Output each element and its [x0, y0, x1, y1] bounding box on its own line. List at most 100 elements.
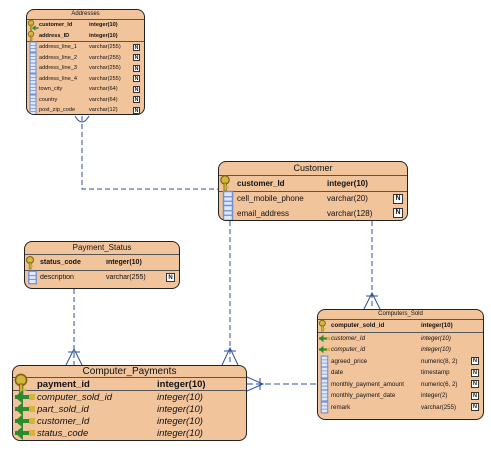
table-payment-status[interactable]: Payment_Status status_code integer(10) de… [24, 241, 180, 289]
column-name: agreed_price [331, 357, 368, 365]
column-row[interactable]: town_city varchar(64) N [27, 83, 144, 95]
column-row[interactable]: customer_Id integer(10) [27, 20, 144, 31]
primary-key-section: status_code integer(10) [25, 255, 179, 271]
column-type: varchar(12) [89, 107, 118, 114]
column-type: numeric(8, 2) [421, 357, 458, 365]
column-name: address_ID [39, 32, 70, 39]
primary-key-section: computer_sold_id integer(10) [318, 320, 483, 333]
column-type: varchar(128) [327, 208, 373, 218]
column-type: varchar(255) [89, 44, 121, 51]
table-title: Payment_Status [25, 242, 179, 255]
column-name: computer_sold_id [331, 322, 385, 330]
column-row[interactable]: address_line_1 varchar(255) N [27, 41, 144, 53]
table-addresses[interactable]: Addresses customer_Id integer(10) address_… [26, 9, 145, 115]
column-name: address_line_2 [39, 54, 77, 61]
column-icon [219, 204, 237, 220]
nullable-badge: N [133, 85, 140, 93]
nullable-badge: N [133, 75, 140, 83]
column-name: monthly_payment_amount [331, 380, 404, 388]
column-name: customer_Id [331, 334, 366, 342]
column-type: integer(10) [157, 427, 203, 439]
column-name: address_line_1 [39, 44, 77, 51]
column-type: timestamp [421, 369, 450, 377]
column-name: town_city [39, 86, 63, 93]
nullable-badge: N [133, 106, 140, 114]
column-row[interactable]: address_line_4 varchar(255) N [27, 73, 144, 85]
nullable-badge: N [471, 403, 479, 412]
column-row[interactable]: cell_mobile_phone varchar(20) N [219, 190, 407, 207]
column-name: email_address [237, 208, 290, 218]
column-type: integer(10) [89, 32, 118, 39]
column-name: description [40, 274, 74, 282]
column-row[interactable]: address_line_2 varchar(255) N [27, 52, 144, 64]
attribute-section: address_line_1 varchar(255) Naddress_line_… [27, 41, 144, 114]
column-name: payment_id [37, 378, 90, 390]
column-row[interactable]: description varchar(255) N [25, 270, 179, 286]
column-row[interactable]: customer_Id integer(10) [318, 333, 483, 345]
column-type: varchar(255) [421, 403, 457, 411]
key-icon [25, 255, 40, 270]
column-name: status_code [40, 258, 81, 266]
column-type: varchar(20) [327, 194, 368, 204]
nullable-badge: N [133, 54, 140, 62]
column-name: address_line_3 [39, 65, 77, 72]
attribute-section: description varchar(255) N [25, 270, 179, 286]
column-type: integer(2) [421, 392, 448, 400]
key-icon [27, 30, 39, 42]
primary-key-section: payment_id integer(10) [13, 373, 246, 395]
column-name: country [39, 96, 58, 103]
column-row[interactable]: status_code integer(10) [13, 426, 246, 440]
nullable-badge: N [393, 193, 403, 204]
column-row[interactable]: post_zip_code varchar(12) N [27, 104, 144, 114]
column-name: computer_id [331, 346, 366, 354]
column-type: integer(10) [106, 258, 142, 266]
column-row[interactable]: country varchar(64) N [27, 94, 144, 106]
column-row[interactable]: payment_id integer(10) [13, 373, 246, 395]
column-row[interactable]: part_sold_id integer(10) [13, 402, 246, 416]
column-type: varchar(255) [89, 75, 121, 82]
column-row[interactable]: remark varchar(255) N [318, 401, 483, 414]
attribute-section: computer_sold_id integer(10) part_sold_id i… [13, 390, 246, 440]
column-name: customer_Id [39, 22, 73, 29]
nullable-badge: N [471, 368, 479, 377]
column-row[interactable]: computer_sold_id integer(10) [318, 320, 483, 332]
table-title: Computers_Sold [318, 310, 483, 320]
column-type: integer(10) [421, 334, 451, 342]
table-computer-payments[interactable]: Computer_Payments payment_id integer(10) … [12, 365, 247, 441]
column-row[interactable]: status_code integer(10) [25, 255, 179, 270]
column-name: monthly_payment_date [331, 392, 396, 400]
column-icon [318, 401, 331, 414]
column-row[interactable]: customer_Id integer(10) [13, 414, 246, 428]
column-name: customer_Id [37, 415, 90, 427]
column-name: customer_Id [237, 178, 285, 188]
nullable-badge: N [471, 380, 479, 389]
attribute-section: cell_mobile_phone varchar(20) Nemail_addre… [219, 190, 407, 220]
nullable-badge: N [133, 96, 140, 104]
column-row[interactable]: monthly_payment_amount numeric(6, 2) N [318, 378, 483, 391]
table-customer[interactable]: Customer customer_Id integer(10) cell_mob… [218, 161, 408, 221]
column-row[interactable]: address_ID integer(10) [27, 30, 144, 42]
column-type: varchar(255) [89, 54, 121, 61]
column-name: remark [331, 403, 351, 411]
column-row[interactable]: computer_sold_id integer(10) [13, 390, 246, 404]
column-name: part_sold_id [37, 403, 89, 415]
primary-key-section: customer_Id integer(10) address_ID integer(… [27, 20, 144, 42]
table-computers-sold[interactable]: Computers_Sold computer_sold_id integer(1… [317, 309, 484, 420]
column-row[interactable]: address_line_3 varchar(255) N [27, 62, 144, 74]
column-row[interactable]: date timestamp N [318, 366, 483, 379]
foreign-key-arrow-icon [13, 421, 37, 440]
column-row[interactable]: monthly_payment_date integer(2) N [318, 389, 483, 402]
attribute-section: customer_Id integer(10) computer_id integer… [318, 333, 483, 414]
column-row[interactable]: agreed_price numeric(8, 2) N [318, 355, 483, 368]
column-type: integer(10) [89, 22, 118, 29]
column-icon [27, 104, 39, 114]
nullable-badge: N [471, 391, 479, 400]
primary-key-section: customer_Id integer(10) [219, 175, 407, 192]
key-icon [318, 319, 331, 332]
column-type: varchar(255) [89, 65, 121, 72]
column-name: post_zip_code [39, 107, 76, 114]
column-type: varchar(64) [89, 96, 118, 103]
column-row[interactable]: computer_id integer(10) [318, 344, 483, 356]
column-row[interactable]: email_address varchar(128) N [219, 204, 407, 220]
column-row[interactable]: customer_Id integer(10) [219, 175, 407, 192]
